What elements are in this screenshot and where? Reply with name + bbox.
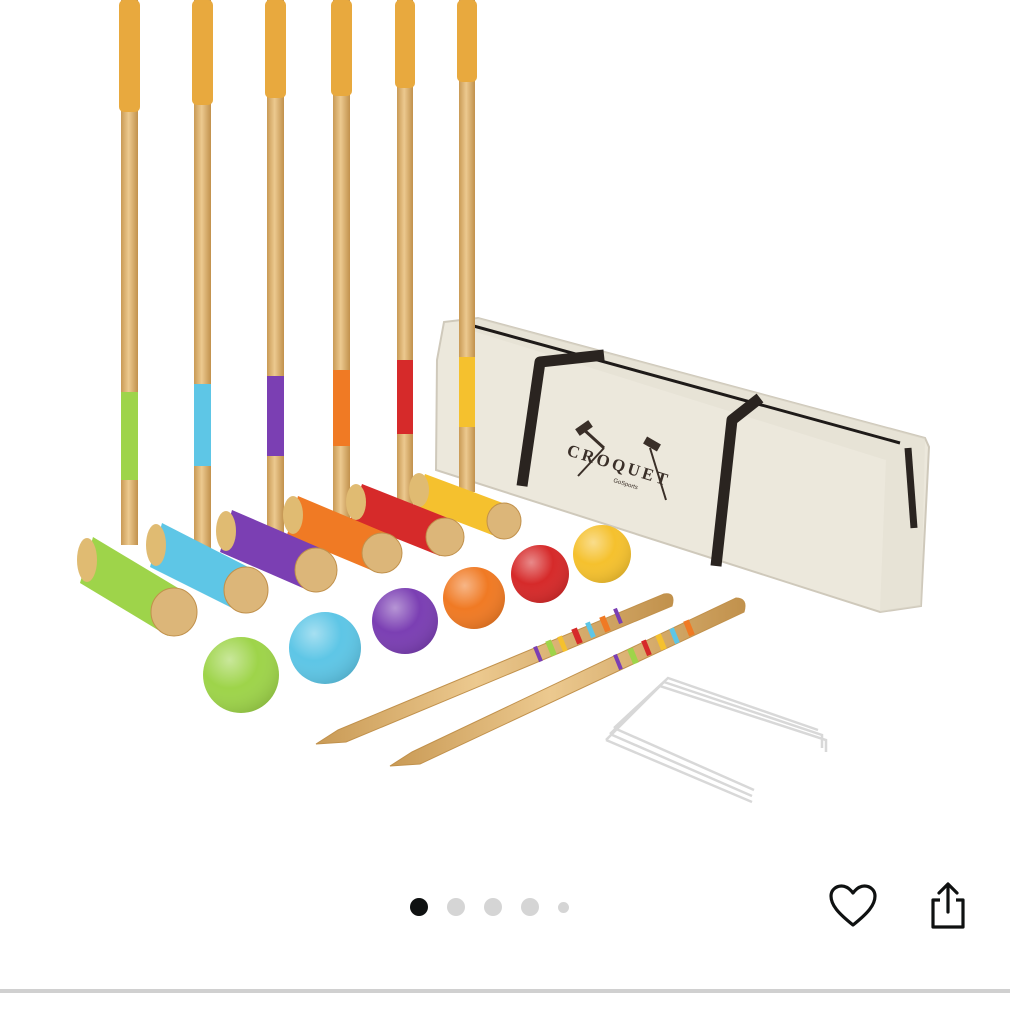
pager-dot-1[interactable] xyxy=(410,898,428,916)
carry-bag: CROQUET GoSports xyxy=(434,316,931,614)
image-carousel-pager[interactable] xyxy=(410,893,600,921)
pager-dot-3[interactable] xyxy=(484,898,502,916)
share-button[interactable] xyxy=(920,878,976,934)
mallet-grips xyxy=(119,0,477,112)
pager-dot-2[interactable] xyxy=(447,898,465,916)
section-divider xyxy=(0,989,1010,993)
favorite-button[interactable] xyxy=(825,878,881,934)
share-icon xyxy=(931,882,965,929)
pager-dot-5[interactable] xyxy=(558,901,569,913)
heart-outline-icon xyxy=(829,884,877,927)
wickets xyxy=(605,676,828,804)
pager-dot-4[interactable] xyxy=(521,898,539,916)
mallet-color-bands xyxy=(121,357,475,480)
mallet-shafts xyxy=(121,0,475,555)
product-image: CROQUET GoSports xyxy=(77,0,931,804)
